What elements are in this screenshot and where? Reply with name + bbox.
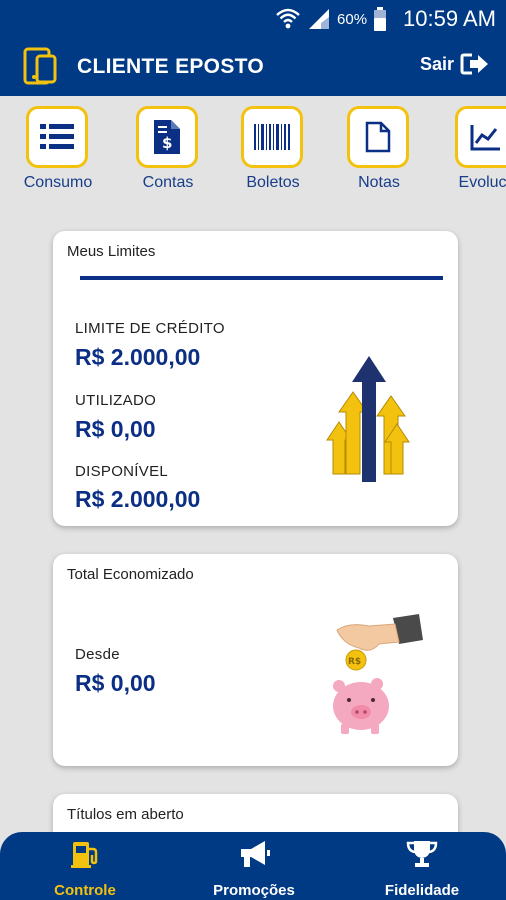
app-logo-icon bbox=[23, 47, 57, 85]
limits-card[interactable]: Meus Limites LIMITE DE CRÉDITO R$ 2.000,… bbox=[53, 231, 458, 526]
nav-fidelidade-label: Fidelidade bbox=[384, 882, 460, 899]
used-label: UTILIZADO bbox=[75, 392, 157, 409]
megaphone-icon bbox=[241, 841, 270, 867]
logout-button[interactable]: Sair bbox=[420, 52, 490, 76]
shortcuts-row: Consumo $ Contas Boletos Notas Evoluc bbox=[0, 96, 506, 200]
bottom-navigation: Controle Promoções Fidelidade bbox=[0, 832, 506, 900]
limits-card-title: Meus Limites bbox=[67, 243, 156, 260]
savings-since-label: Desde bbox=[75, 646, 120, 663]
shortcut-notas-box bbox=[347, 106, 409, 168]
shortcut-evolucao-box bbox=[455, 106, 506, 168]
invoice-dollar-icon: $ bbox=[154, 120, 180, 154]
signal-icon bbox=[309, 9, 330, 29]
battery-percent: 60% bbox=[337, 10, 368, 28]
line-chart-icon bbox=[470, 125, 500, 151]
logout-label: Sair bbox=[419, 53, 454, 74]
shortcut-contas-box: $ bbox=[136, 106, 198, 168]
used-value: R$ 0,00 bbox=[75, 416, 156, 442]
piggy-bank-icon: R$ bbox=[333, 614, 423, 734]
savings-card[interactable]: Total Economizado Desde R$ 0,00 R$ bbox=[53, 554, 458, 766]
credit-limit-label: LIMITE DE CRÉDITO bbox=[75, 320, 225, 337]
shortcut-consumo-box bbox=[26, 106, 88, 168]
limits-divider bbox=[80, 276, 443, 280]
savings-card-title: Total Economizado bbox=[67, 566, 194, 583]
nav-promocoes[interactable]: Promoções bbox=[184, 838, 324, 899]
wifi-icon bbox=[276, 8, 300, 29]
app-title: CLIENTE EPOSTO bbox=[77, 55, 265, 78]
logout-icon bbox=[460, 53, 488, 75]
credit-limit-value: R$ 2.000,00 bbox=[75, 344, 201, 370]
coin-text: R$ bbox=[348, 657, 361, 667]
nav-controle-label: Controle bbox=[54, 882, 116, 899]
list-icon bbox=[40, 124, 74, 149]
nav-controle[interactable]: Controle bbox=[15, 838, 155, 899]
shortcut-boletos-label: Boletos bbox=[246, 174, 300, 191]
nav-fidelidade[interactable]: Fidelidade bbox=[352, 838, 492, 899]
fuel-pump-icon bbox=[71, 842, 98, 868]
document-icon bbox=[365, 121, 391, 153]
status-bar: 60% 10:59 AM bbox=[0, 0, 506, 38]
app-bar: CLIENTE EPOSTO Sair bbox=[0, 38, 506, 96]
clock: 10:59 AM bbox=[403, 6, 496, 31]
svg-text:$: $ bbox=[162, 134, 172, 152]
nav-promocoes-label: Promoções bbox=[213, 882, 295, 899]
open-titles-card-title: Títulos em aberto bbox=[67, 806, 184, 823]
barcode-icon bbox=[254, 124, 290, 150]
shortcut-boletos-box bbox=[241, 106, 303, 168]
available-label: DISPONÍVEL bbox=[75, 463, 169, 480]
shortcut-contas-label: Contas bbox=[142, 174, 194, 191]
battery-icon bbox=[374, 7, 387, 31]
savings-value: R$ 0,00 bbox=[75, 670, 156, 696]
shortcut-consumo-label: Consumo bbox=[23, 174, 93, 191]
available-value: R$ 2.000,00 bbox=[75, 486, 201, 512]
trophy-icon bbox=[406, 841, 438, 867]
status-icons: 60% 10:59 AM bbox=[275, 4, 496, 34]
shortcut-evolucao-label: Evoluca bbox=[458, 174, 506, 191]
growth-arrows-icon bbox=[326, 356, 410, 482]
shortcut-notas-label: Notas bbox=[358, 174, 400, 191]
